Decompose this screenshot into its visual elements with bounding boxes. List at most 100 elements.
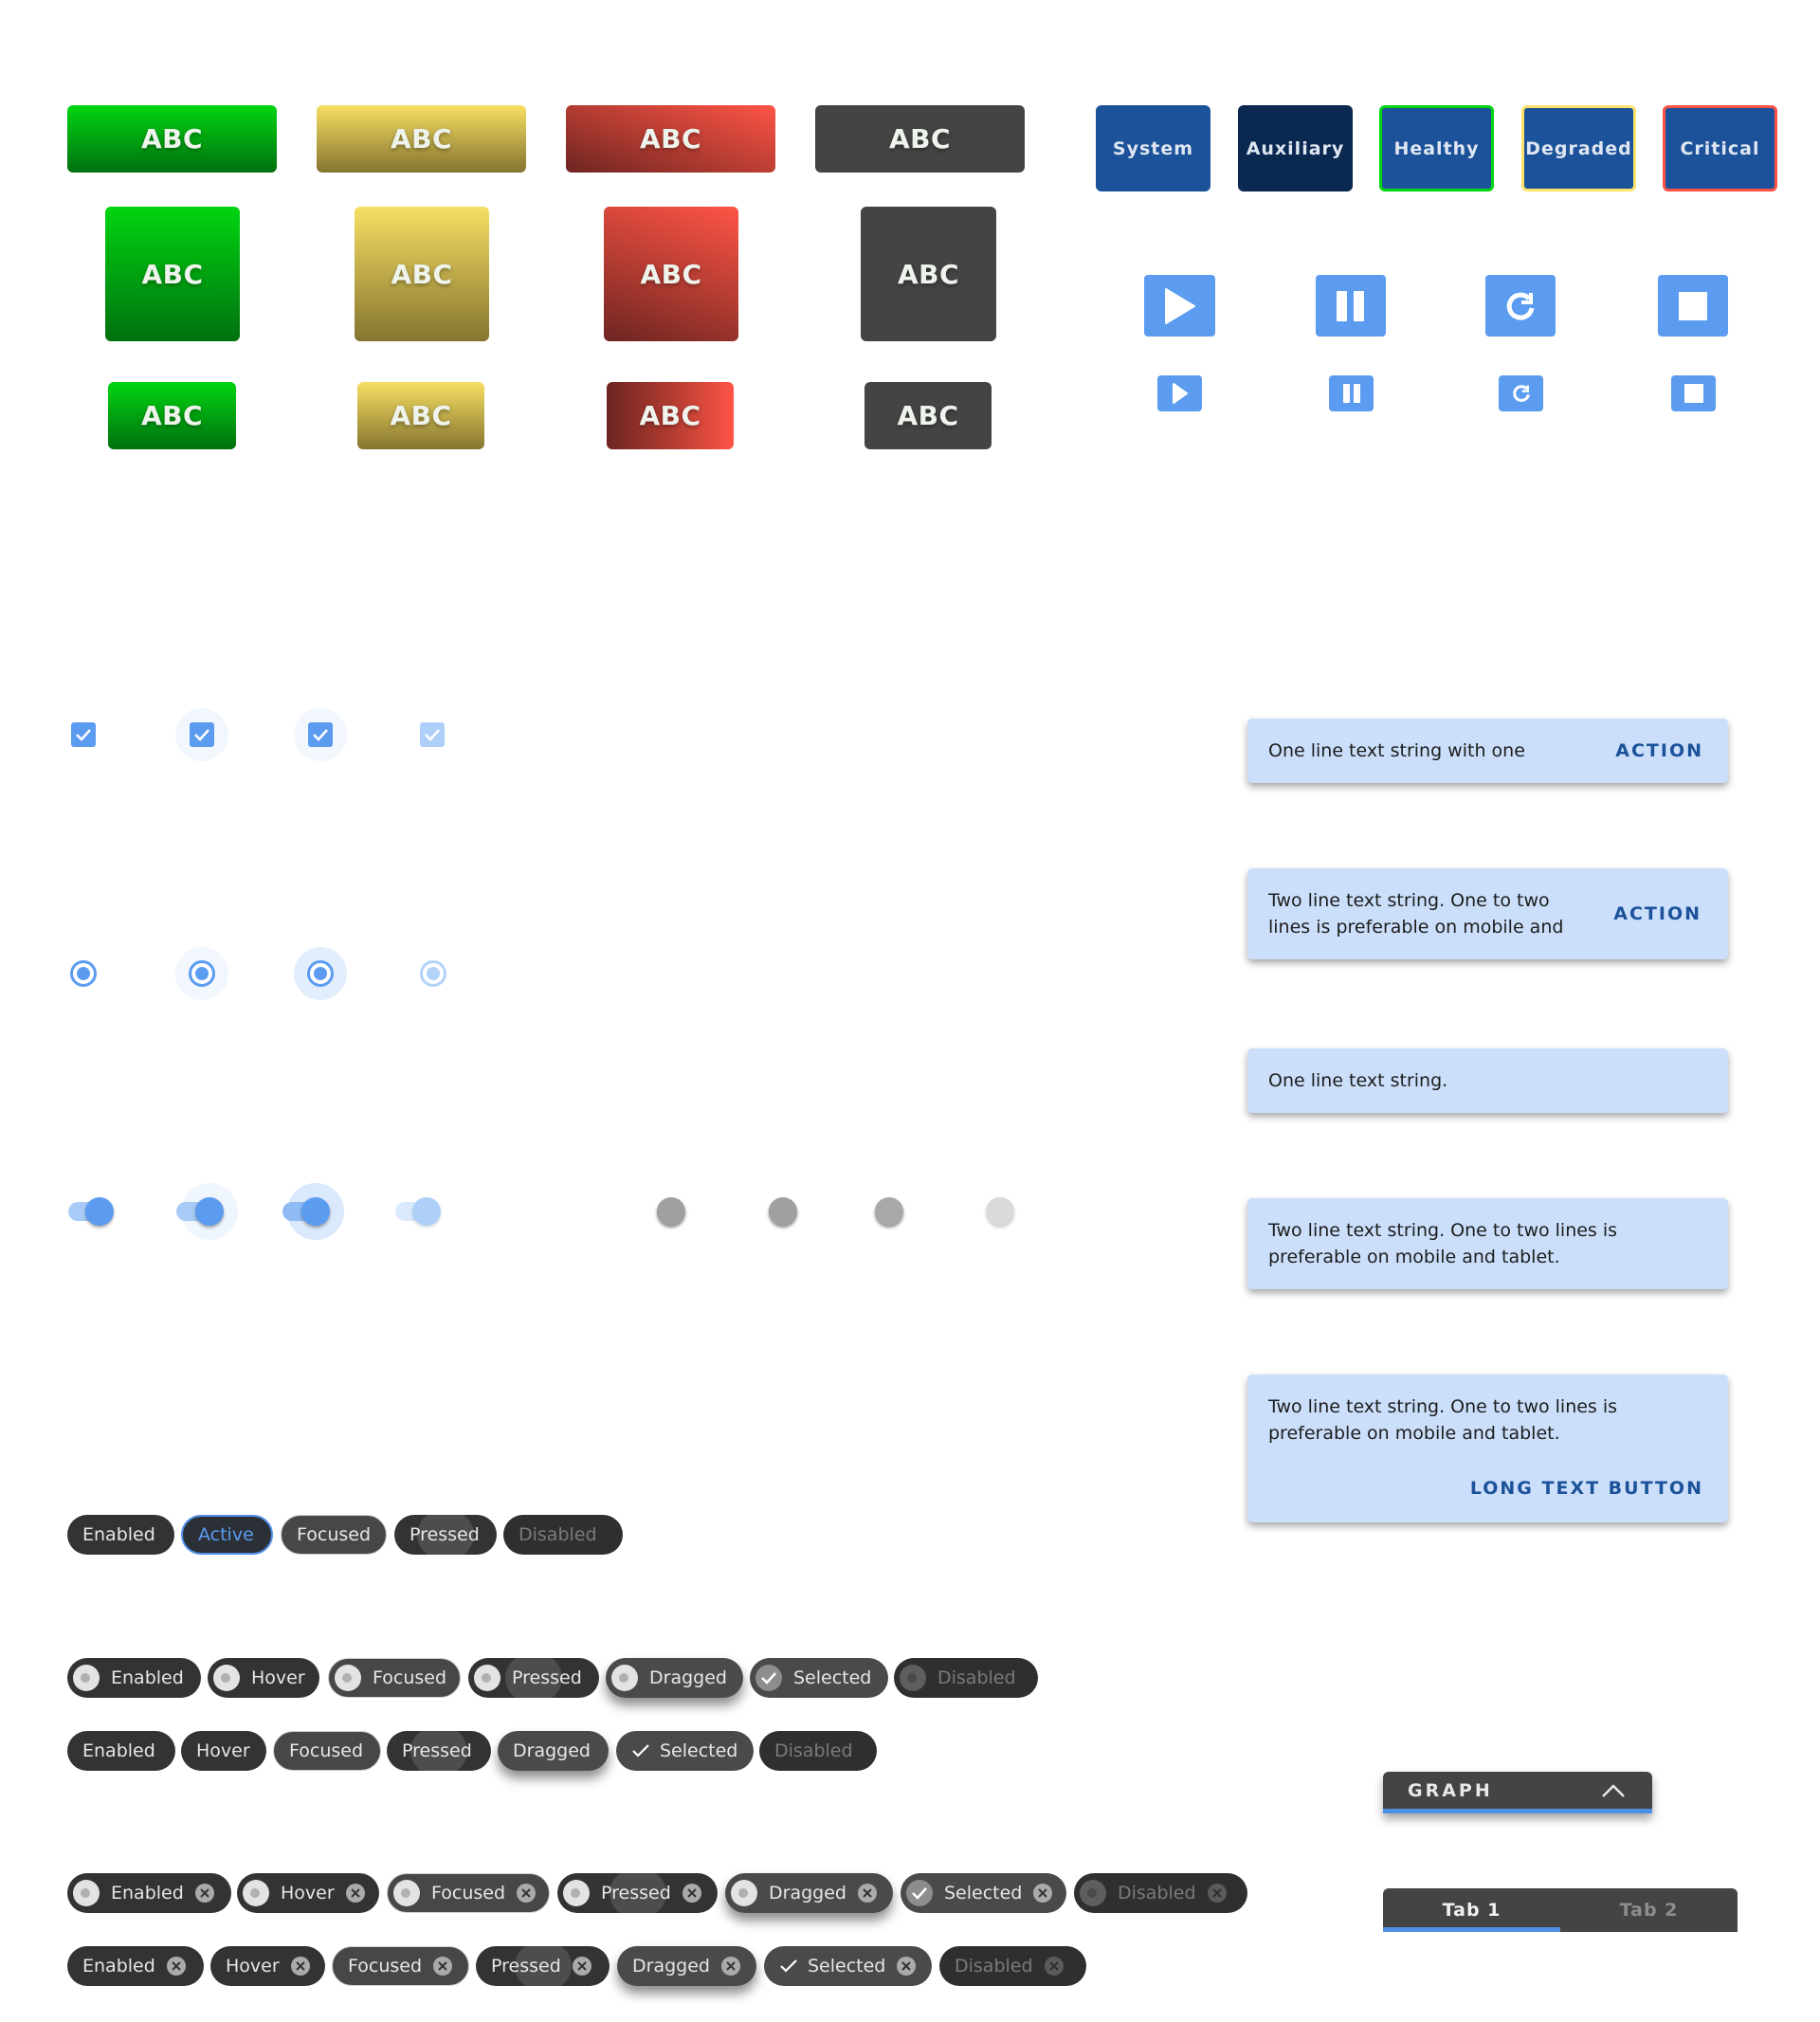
snackbar-action-button[interactable]: ACTION [1613, 901, 1702, 927]
tab-1[interactable]: Tab 1 [1383, 1888, 1560, 1932]
pause-button-large[interactable] [1316, 275, 1386, 337]
replay-button-small[interactable] [1499, 375, 1543, 411]
pause-button-small[interactable] [1329, 375, 1374, 411]
close-icon[interactable] [166, 1957, 186, 1976]
status-button-yellow-small[interactable]: ABC [357, 382, 484, 449]
toggle-hover[interactable] [195, 1197, 224, 1226]
tab-2[interactable]: Tab 2 [1560, 1888, 1738, 1932]
stop-button-large[interactable] [1658, 275, 1728, 337]
status-button-dark-small[interactable]: ABC [864, 382, 992, 449]
close-icon[interactable] [720, 1957, 740, 1976]
healthy-button[interactable]: Healthy [1379, 105, 1494, 191]
toggle-off-enabled[interactable] [657, 1197, 685, 1226]
chevron-up-icon [1602, 1784, 1625, 1797]
chip-active[interactable]: Active [181, 1515, 273, 1555]
input-chip-hover[interactable]: Hover [210, 1946, 325, 1986]
close-icon[interactable] [194, 1884, 214, 1903]
replay-button-large[interactable] [1485, 275, 1556, 337]
close-icon[interactable] [290, 1957, 310, 1976]
filter-chip-focused[interactable]: Focused [273, 1731, 381, 1771]
close-icon [1044, 1957, 1064, 1976]
avatar-chip-pressed[interactable]: Pressed [468, 1658, 599, 1698]
close-icon[interactable] [345, 1884, 365, 1903]
snackbar-long-action-button[interactable]: LONG TEXT BUTTON [1470, 1475, 1703, 1502]
toggle-focused[interactable] [301, 1197, 330, 1226]
avatar-chip-hover[interactable]: Hover [208, 1658, 319, 1698]
status-button-dark[interactable]: ABC [815, 105, 1025, 173]
status-button-green-small[interactable]: ABC [108, 382, 236, 449]
graph-accordion-header[interactable]: GRAPH [1383, 1772, 1652, 1813]
chip-label: Enabled [111, 1883, 184, 1904]
close-icon[interactable] [572, 1957, 592, 1976]
avatar-icon [243, 1880, 269, 1906]
status-button-yellow-large[interactable]: ABC [355, 207, 489, 341]
radio-focused[interactable] [307, 960, 334, 987]
avatar-icon [563, 1880, 590, 1906]
accordion-title: GRAPH [1408, 1780, 1493, 1801]
degraded-button[interactable]: Degraded [1521, 105, 1636, 191]
avatar-chip-selected[interactable]: Selected [750, 1658, 888, 1698]
play-button-large[interactable] [1144, 275, 1215, 337]
input-chip-pressed[interactable]: Pressed [476, 1946, 610, 1986]
chip-label: Disabled [955, 1956, 1033, 1976]
input-chip-avatar-pressed[interactable]: Pressed [557, 1873, 718, 1913]
chip-label: Disabled [774, 1740, 853, 1761]
avatar-chip-focused[interactable]: Focused [328, 1658, 461, 1698]
status-button-green[interactable]: ABC [67, 105, 277, 173]
status-button-green-large[interactable]: ABC [105, 207, 240, 341]
checkbox-hover[interactable] [190, 722, 214, 747]
chip-focused[interactable]: Focused [281, 1515, 387, 1555]
status-button-red-large[interactable]: ABC [604, 207, 738, 341]
avatar-chip-disabled: Disabled [894, 1658, 1038, 1698]
checkbox-focused[interactable] [308, 722, 333, 747]
input-chip-avatar-hover[interactable]: Hover [237, 1873, 379, 1913]
input-chip-focused[interactable]: Focused [332, 1946, 469, 1986]
play-button-small[interactable] [1157, 375, 1202, 411]
close-icon[interactable] [1033, 1884, 1053, 1903]
toggle-off-hover[interactable] [769, 1197, 797, 1226]
input-chip-avatar-enabled[interactable]: Enabled [67, 1873, 231, 1913]
chip-enabled[interactable]: Enabled [67, 1515, 174, 1555]
stop-button-small[interactable] [1671, 375, 1716, 411]
filter-chip-dragged[interactable]: Dragged [498, 1731, 609, 1771]
input-chip-selected[interactable]: Selected [764, 1946, 932, 1986]
close-icon[interactable] [897, 1957, 917, 1976]
critical-button[interactable]: Critical [1663, 105, 1777, 191]
input-chip-avatar-dragged[interactable]: Dragged [725, 1873, 893, 1913]
chip-pressed[interactable]: Pressed [394, 1515, 497, 1555]
status-button-yellow[interactable]: ABC [317, 105, 526, 173]
filter-chip-hover[interactable]: Hover [181, 1731, 266, 1771]
checkbox-enabled[interactable] [71, 722, 96, 747]
radio-hover[interactable] [189, 960, 215, 987]
button-label: System [1112, 137, 1194, 159]
toggle-off-focused[interactable] [875, 1197, 903, 1226]
input-chip-avatar-selected[interactable]: Selected [901, 1873, 1066, 1913]
toggle-enabled[interactable] [85, 1197, 114, 1226]
status-button-red[interactable]: ABC [566, 105, 775, 173]
auxiliary-button[interactable]: Auxiliary [1238, 105, 1353, 191]
close-icon[interactable] [857, 1884, 877, 1903]
chip-label: Focused [289, 1740, 364, 1761]
status-button-red-small[interactable]: ABC [607, 382, 734, 449]
chip-label: Selected [793, 1667, 872, 1688]
close-icon[interactable] [517, 1884, 537, 1903]
chip-disabled: Disabled [503, 1515, 623, 1555]
radio-enabled[interactable] [70, 960, 97, 987]
snackbar-action-button[interactable]: ACTION [1615, 738, 1703, 764]
check-icon [76, 729, 91, 741]
close-icon[interactable] [682, 1884, 701, 1903]
avatar-chip-dragged[interactable]: Dragged [606, 1658, 743, 1698]
avatar-chip-enabled[interactable]: Enabled [67, 1658, 201, 1698]
input-chip-dragged[interactable]: Dragged [617, 1946, 756, 1986]
input-chip-enabled[interactable]: Enabled [67, 1946, 204, 1986]
chip-label: Hover [251, 1667, 305, 1688]
filter-chip-enabled[interactable]: Enabled [67, 1731, 175, 1771]
system-button[interactable]: System [1096, 105, 1210, 191]
filter-chip-pressed[interactable]: Pressed [387, 1731, 491, 1771]
status-button-dark-large[interactable]: ABC [861, 207, 996, 341]
close-icon[interactable] [433, 1957, 453, 1976]
button-label: Auxiliary [1246, 137, 1345, 159]
filter-chip-selected[interactable]: Selected [616, 1731, 754, 1771]
checkbox-disabled [420, 722, 445, 747]
input-chip-avatar-focused[interactable]: Focused [387, 1873, 550, 1913]
